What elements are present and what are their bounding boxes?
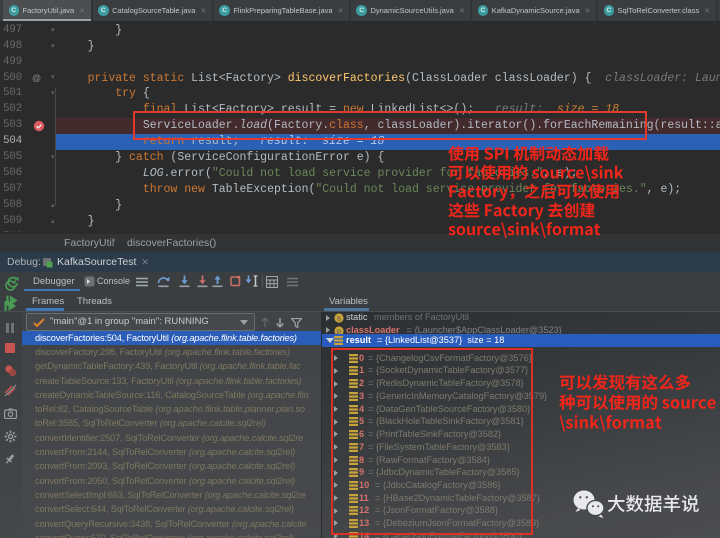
svg-text:s: s: [337, 314, 341, 323]
